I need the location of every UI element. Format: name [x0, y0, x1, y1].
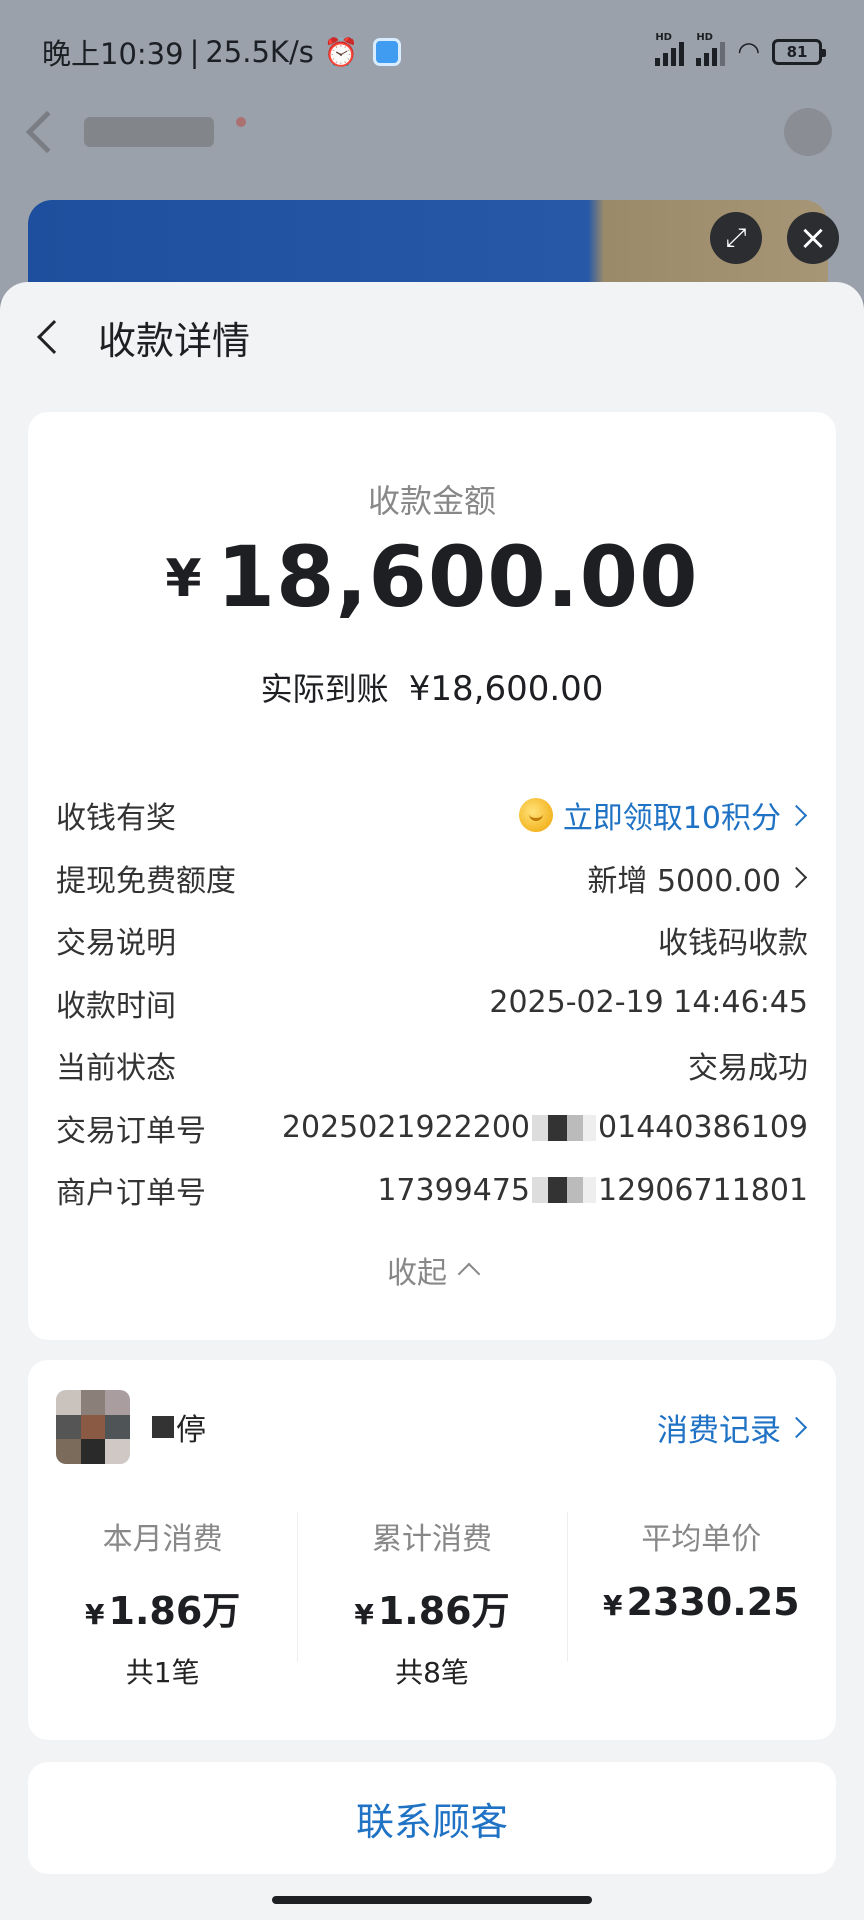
- collapse-label: 收起: [387, 1256, 447, 1291]
- contact-customer-button[interactable]: 联系顾客: [28, 1762, 836, 1874]
- order-no-prefix: 2025021922200: [281, 1110, 531, 1146]
- detail-row-time: 收款时间 2025-02-19 14:46:45: [56, 972, 808, 1035]
- home-indicator[interactable]: [272, 1896, 592, 1904]
- close-icon: ×: [798, 218, 828, 258]
- chevron-right-icon: [785, 1416, 808, 1438]
- order-no-value: 2025021922200 01440386109: [282, 1110, 808, 1145]
- stat-total: 累计消费 ¥1.86万 共8笔: [297, 1508, 566, 1689]
- payment-detail-sheet: 收款详情 收款金额 ¥18,600.00 实际到账 ¥18,600.00 收钱有…: [0, 282, 864, 1920]
- actual-label: 实际到账: [260, 670, 389, 708]
- redacted-mosaic: [532, 1177, 597, 1204]
- stat-average: 平均单价 ¥2330.25: [566, 1508, 836, 1668]
- wifi-icon: ◠: [737, 37, 760, 67]
- network-speed: 25.5K/s: [205, 35, 314, 69]
- detail-row-status: 当前状态 交易成功: [56, 1034, 808, 1097]
- detail-row-description: 交易说明 收钱码收款: [56, 909, 808, 972]
- background-badge: [236, 117, 246, 127]
- customer-card: 停 消费记录 本月消费 ¥1.86万 共1笔 累计消费 ¥1.86万 共8笔 平…: [28, 1360, 836, 1740]
- status-label: 当前状态: [56, 1051, 176, 1087]
- avatar: [56, 1390, 130, 1464]
- expand-button[interactable]: ⤢: [710, 212, 762, 264]
- chevron-left-icon: [37, 320, 71, 354]
- reward-value: 立即领取10积分: [562, 801, 781, 837]
- amount-label: 收款金额: [367, 482, 496, 520]
- redacted-block: [152, 1416, 174, 1438]
- quota-value: 新增 5000.00: [587, 863, 781, 899]
- customer-header: 停 消费记录: [56, 1390, 808, 1464]
- amount-value: ¥18,600.00: [28, 528, 836, 626]
- back-button[interactable]: [30, 307, 71, 367]
- signal-icon: HD: [655, 32, 685, 66]
- stat-label: 累计消费: [371, 1522, 492, 1557]
- status-bar: 晚上10:39 | 25.5K/s ⏰ HD HD ◠ 81: [0, 0, 864, 104]
- chevron-up-icon: [457, 1262, 481, 1286]
- quota-link[interactable]: 新增 5000.00: [587, 856, 808, 900]
- merchant-no-label: 商户订单号: [56, 1176, 206, 1212]
- stat-label: 本月消费: [102, 1522, 223, 1557]
- expand-icon: ⤢: [725, 222, 747, 253]
- status-value: 交易成功: [688, 1051, 808, 1087]
- quota-label: 提现免费额度: [56, 863, 236, 899]
- chevron-right-icon: [785, 804, 808, 826]
- reward-link[interactable]: 立即领取10积分: [518, 793, 808, 837]
- time-value: 2025-02-19 14:46:45: [489, 985, 808, 1021]
- sheet-header: 收款详情: [0, 282, 864, 392]
- actual-value: ¥18,600.00: [408, 669, 604, 709]
- actual-received: 实际到账 ¥18,600.00: [28, 664, 836, 710]
- detail-row-reward: 收钱有奖 立即领取10积分: [56, 784, 808, 847]
- merchant-no-value: 17399475 12906711801: [377, 1173, 808, 1208]
- background-back-icon: [25, 110, 69, 154]
- customer-name: 停: [152, 1405, 206, 1449]
- order-no-label: 交易订单号: [56, 1113, 206, 1149]
- app-notification-icon: [372, 38, 401, 66]
- detail-row-merchant-no: 商户订单号 17399475 12906711801: [56, 1159, 808, 1222]
- background-avatar: [784, 108, 832, 156]
- time-label: 收款时间: [56, 988, 176, 1024]
- order-no-suffix: 01440386109: [598, 1110, 808, 1146]
- currency-symbol: ¥: [165, 549, 203, 609]
- contact-label: 联系顾客: [355, 1799, 508, 1844]
- coin-icon: [518, 798, 553, 833]
- page-title: 收款详情: [98, 318, 251, 363]
- consumption-records-link[interactable]: 消费记录: [657, 1405, 808, 1450]
- status-time: 晚上10:39: [42, 37, 184, 71]
- reward-label: 收钱有奖: [56, 801, 176, 837]
- battery-level: 81: [786, 43, 808, 61]
- description-label: 交易说明: [56, 926, 176, 962]
- close-button[interactable]: ×: [787, 212, 839, 264]
- detail-row-order-no: 交易订单号 2025021922200 01440386109: [56, 1097, 808, 1160]
- detail-rows: 收钱有奖 立即领取10积分 提现免费额度 新增 5000.00 交易说明 收钱码…: [56, 784, 808, 1222]
- merchant-no-prefix: 17399475: [377, 1172, 531, 1208]
- customer-stats: 本月消费 ¥1.86万 共1笔 累计消费 ¥1.86万 共8笔 平均单价 ¥23…: [28, 1508, 836, 1689]
- battery-icon: 81: [772, 39, 826, 65]
- background-header: [25, 108, 832, 156]
- records-label: 消费记录: [657, 1412, 781, 1449]
- chevron-right-icon: [785, 867, 808, 889]
- background-title: [84, 117, 214, 147]
- stat-value: ¥1.86万: [85, 1589, 241, 1633]
- stat-value: ¥2330.25: [603, 1580, 800, 1624]
- stat-label: 平均单价: [641, 1522, 762, 1557]
- payment-summary-card: 收款金额 ¥18,600.00 实际到账 ¥18,600.00 收钱有奖 立即领…: [28, 412, 836, 1340]
- description-value: 收钱码收款: [658, 926, 808, 962]
- redacted-mosaic: [532, 1114, 597, 1141]
- signal-icon-2: HD: [696, 32, 726, 66]
- stat-value: ¥1.86万: [354, 1589, 510, 1633]
- collapse-button[interactable]: 收起: [28, 1248, 836, 1292]
- stat-count: 共8笔: [395, 1656, 469, 1689]
- amount-number: 18,600.00: [216, 528, 699, 626]
- customer-name-text: 停: [176, 1413, 206, 1448]
- stat-count: 共1笔: [125, 1656, 200, 1689]
- stat-monthly: 本月消费 ¥1.86万 共1笔: [28, 1508, 297, 1689]
- detail-row-quota: 提现免费额度 新增 5000.00: [56, 847, 808, 910]
- alarm-icon: ⏰: [323, 35, 359, 69]
- merchant-no-suffix: 12906711801: [598, 1172, 808, 1208]
